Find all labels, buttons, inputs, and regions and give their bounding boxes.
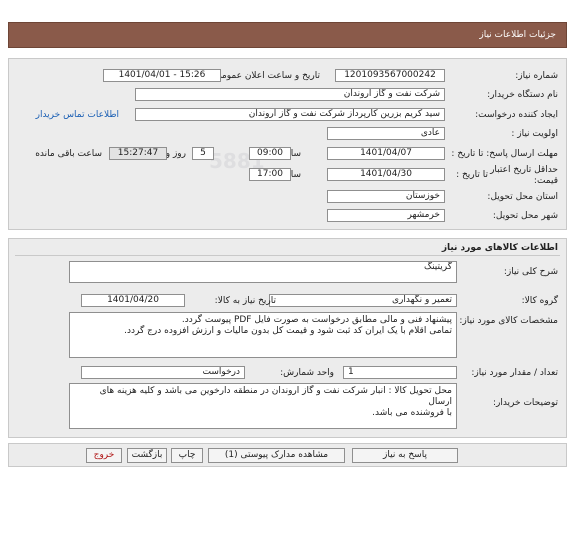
validity-until-label: تا تاریخ :	[456, 170, 488, 180]
need-date-label: تاریخ نیاز به کالا:	[214, 296, 276, 306]
remaining-time-field: 15:27:47	[109, 147, 167, 160]
goods-section-title: اطلاعات کالاهای مورد نیاز	[441, 243, 558, 253]
print-button[interactable]: چاپ	[171, 448, 203, 463]
validity-label: حداقل تاریخ اعتبار قیمت:	[490, 165, 558, 186]
unit-label: واحد شمارش:	[280, 368, 334, 378]
need-info-panel: 5881 شماره نیاز: 1201093567000242 تاریخ …	[8, 58, 567, 230]
notes-line: با فروشنده می باشد.	[372, 408, 452, 418]
priority-label: اولویت نیاز :	[511, 129, 558, 139]
page-title-bar: جزئیات اطلاعات نیاز	[8, 22, 567, 48]
deadline-time-field[interactable]: 09:00	[249, 147, 291, 160]
spec-label: مشخصات کالای مورد نیاز:	[459, 316, 558, 326]
unit-field[interactable]: درخواست	[81, 366, 245, 379]
announce-field[interactable]: 1401/04/01 - 15:26	[103, 69, 221, 82]
need-date-field[interactable]: 1401/04/20	[81, 294, 185, 307]
creator-label: ایجاد کننده درخواست:	[475, 110, 558, 120]
quantity-field[interactable]: 1	[343, 366, 457, 379]
days-label: روز و	[165, 149, 186, 159]
reply-button[interactable]: پاسخ به نیاز	[352, 448, 458, 463]
notes-label: توضیحات خریدار:	[492, 398, 558, 408]
contact-buyer-link[interactable]: اطلاعات تماس خریدار	[36, 110, 119, 120]
city-field[interactable]: خرمشهر	[327, 209, 445, 222]
back-button[interactable]: بازگشت	[127, 448, 167, 463]
goods-group-label: گروه کالا:	[521, 296, 558, 306]
need-number-label: شماره نیاز:	[515, 71, 558, 81]
creator-field[interactable]: سید کریم بزرین کارپرداز شرکت نفت و گاز ا…	[135, 108, 445, 121]
quantity-label: تعداد / مقدار مورد نیاز:	[471, 368, 558, 378]
spec-line: پیشنهاد فنی و مالی مطابق درخواست به صورت…	[181, 315, 452, 325]
buyer-label: نام دستگاه خریدار:	[487, 90, 558, 100]
province-label: استان محل تحویل:	[487, 192, 558, 202]
need-type-field[interactable]: گریتینگ	[69, 261, 457, 283]
goods-group-field[interactable]: تعمیر و نگهداری	[269, 294, 457, 307]
notes-field[interactable]: محل تحویل کالا : انبار شرکت نفت و گاز ار…	[69, 383, 457, 429]
need-number-field[interactable]: 1201093567000242	[335, 69, 445, 82]
exit-button[interactable]: خروج	[86, 448, 122, 463]
page-title: جزئیات اطلاعات نیاز	[479, 30, 556, 40]
priority-field[interactable]: عادی	[327, 127, 445, 140]
section-divider	[15, 255, 560, 256]
goods-info-panel: مرکز فرآوری اطلاعات نیاز اطلاعات کالاهای…	[8, 238, 567, 438]
province-field[interactable]: خوزستان	[327, 190, 445, 203]
city-label: شهر محل تحویل:	[492, 211, 558, 221]
spec-field[interactable]: پیشنهاد فنی و مالی مطابق درخواست به صورت…	[69, 312, 457, 358]
validity-time-field[interactable]: 17:00	[249, 168, 291, 181]
validity-date-field[interactable]: 1401/04/30	[327, 168, 445, 181]
action-bar: پاسخ به نیاز مشاهده مدارک پیوستی (1) چاپ…	[8, 443, 567, 467]
days-remaining-field[interactable]: 5	[192, 147, 214, 160]
need-type-label: شرح کلی نیاز:	[503, 267, 558, 277]
notes-line: محل تحویل کالا : انبار شرکت نفت و گاز ار…	[99, 386, 452, 407]
deadline-date-field[interactable]: 1401/04/07	[327, 147, 445, 160]
announce-label: تاریخ و ساعت اعلان عمومی:	[211, 71, 320, 81]
spec-line: تمامی اقلام با یک ایران کد ثبت شود و قیم…	[124, 326, 452, 336]
buyer-field[interactable]: شرکت نفت و گاز اروندان	[135, 88, 445, 101]
attachments-button[interactable]: مشاهده مدارک پیوستی (1)	[208, 448, 345, 463]
deadline-label: مهلت ارسال پاسخ: تا تاریخ :	[451, 149, 558, 159]
remaining-label: ساعت باقی مانده	[35, 149, 102, 159]
